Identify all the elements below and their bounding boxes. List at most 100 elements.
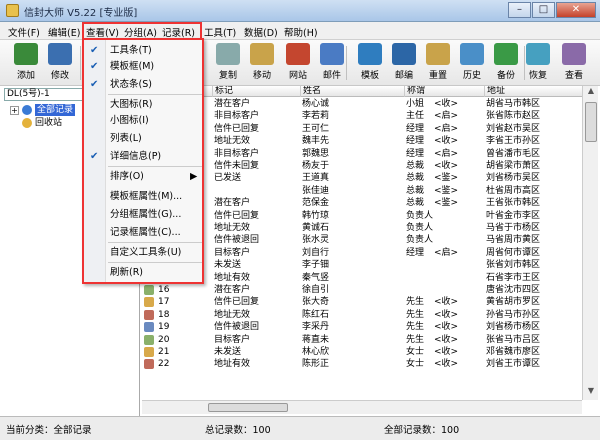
view-menu-item[interactable]: 记录框属性(C)... <box>110 226 181 240</box>
edit-button[interactable]: 修改 <box>44 42 76 84</box>
reset-button[interactable]: 重置 <box>422 42 454 84</box>
scroll-thumb[interactable] <box>585 102 597 142</box>
table-row[interactable]: 未发送 李子钿 张省刘市韩区 <box>142 259 582 271</box>
restore-button[interactable]: 恢复 <box>522 42 554 84</box>
status-all: 全部记录数：100 <box>384 425 460 436</box>
cell-name: 张佳迪 <box>302 185 330 196</box>
table-row[interactable]: 22 地址有效 陈形正 女士 <收> 刘省王市谭区 <box>142 358 582 370</box>
column-header-title[interactable]: 称谓 <box>404 86 484 97</box>
table-row[interactable]: 地址无效 黄诚石 负责人 马省于市杨区 <box>142 222 582 234</box>
maximize-button[interactable]: □ <box>532 2 555 18</box>
column-header-tag[interactable]: 标记 <box>212 86 284 97</box>
scroll-thumb[interactable] <box>208 403 288 412</box>
cell-name: 蒋直未 <box>302 334 330 345</box>
scroll-down-icon[interactable]: ▼ <box>583 386 599 400</box>
table-row[interactable]: 21 未发送 林心欣 女士 <收> 邓省魏市廖区 <box>142 346 582 358</box>
window-title: 信封大师 V5.22 [专业版] <box>24 8 138 19</box>
view-button[interactable]: 查看 <box>558 42 590 84</box>
view-menu-item[interactable]: 排序(O) <box>110 170 144 184</box>
tree-item-label: 回收站 <box>35 118 63 128</box>
view-menu-item[interactable]: 自定义工具条(U) <box>110 246 181 260</box>
view-menu-item[interactable]: 状态条(S) <box>110 78 152 92</box>
view-menu-item[interactable]: 小图标(I) <box>110 114 149 128</box>
cell-addr: 石省李市王区 <box>486 272 541 283</box>
tree-item-recycle-bin[interactable]: 回收站 <box>22 117 62 129</box>
template-button[interactable]: 模板 <box>354 42 386 84</box>
table-row[interactable]: 20 目标客户 蒋直未 先生 <收> 张省马市吕区 <box>142 334 582 346</box>
mail-button[interactable]: 邮件 <box>316 42 348 84</box>
table-row[interactable]: 地址无效 魏丰先 经理 <收> 李省王市孙区 <box>142 135 582 147</box>
view-menu-item[interactable]: 模板框(M) <box>110 60 154 74</box>
copy-icon <box>216 43 240 65</box>
menu-data[interactable]: 数据(D) <box>244 25 278 39</box>
tree-item-all-records[interactable]: + 全部记录 <box>10 104 76 116</box>
view-menu-item[interactable]: 工具条(T) <box>110 44 152 58</box>
table-row[interactable]: 非目标客户 郭魏思 经理 <启> 曾省潘市毛区 <box>142 148 582 160</box>
cell-tag: 地址无效 <box>214 136 251 147</box>
column-header-address[interactable]: 地址 <box>484 86 580 97</box>
close-button[interactable]: ✕ <box>556 2 596 18</box>
cell-addr: 刘省赵市吴区 <box>486 123 541 134</box>
table-row[interactable]: 已发送 王道真 总裁 <鉴> 刘省杨市吴区 <box>142 172 582 184</box>
view-menu-item[interactable]: 大图标(R) <box>110 98 153 112</box>
list-header: 标记 姓名 称谓 地址 <box>142 86 582 97</box>
move-button[interactable]: 移动 <box>246 42 278 84</box>
menu-edit[interactable]: 编辑(E) <box>48 25 80 39</box>
view-menu-item[interactable]: 模板框属性(M)... <box>110 190 182 204</box>
backup-button[interactable]: 备份 <box>490 42 522 84</box>
copy-button[interactable]: 复制 <box>212 42 244 84</box>
cell-title: 先生 <box>406 322 425 333</box>
cell-title: 总裁 <box>406 198 425 209</box>
cell-addr: 黄省胡市罗区 <box>486 297 541 308</box>
column-header-name[interactable]: 姓名 <box>300 86 400 97</box>
add-button[interactable]: 添加 <box>10 42 42 84</box>
table-row[interactable]: 17 信件已回复 张大奇 先生 <收> 黄省胡市罗区 <box>142 296 582 308</box>
cell-sal: <鉴> <box>434 185 459 196</box>
cell-tag: 地址无效 <box>214 309 251 320</box>
menu-tools[interactable]: 工具(T) <box>204 25 236 39</box>
view-menu-item[interactable]: 详细信息(P) <box>110 150 161 164</box>
cell-title: 负责人 <box>406 210 434 221</box>
cell-tag: 已发送 <box>214 173 242 184</box>
minimize-button[interactable]: – <box>508 2 531 18</box>
horizontal-scrollbar[interactable] <box>142 400 582 414</box>
menu-file[interactable]: 文件(F) <box>8 25 40 39</box>
cell-name: 李若莉 <box>302 111 330 122</box>
recycle-bin-icon <box>22 118 32 128</box>
table-row[interactable]: 19 信件被退回 李采丹 先生 <收> 刘省杨市杨区 <box>142 321 582 333</box>
cell-sal: <收> <box>434 334 459 345</box>
table-row[interactable]: 潜在客户 杨心诚 小姐 <收> 胡省马市韩区 <box>142 98 582 110</box>
status-total: 总记录数：100 <box>205 425 271 436</box>
home-button[interactable]: 网站 <box>282 42 314 84</box>
vertical-scrollbar[interactable]: ▲ ▼ <box>582 86 598 400</box>
view-menu-item[interactable]: 列表(L) <box>110 132 142 146</box>
menu-separator <box>108 166 202 167</box>
table-row[interactable]: 目标客户 刘自行 经理 <启> 周省何市谭区 <box>142 247 582 259</box>
table-row[interactable]: 16 潜在客户 徐自引 唐省沈市四区 <box>142 284 582 296</box>
cell-name: 杨心诚 <box>302 99 330 109</box>
cell-title: 总裁 <box>406 173 425 184</box>
table-row[interactable]: 信件已回复 王可仁 经理 <启> 刘省赵市吴区 <box>142 123 582 135</box>
checkmark-icon: ✔ <box>90 79 99 90</box>
cell-title: 负责人 <box>406 223 434 233</box>
scroll-up-icon[interactable]: ▲ <box>583 86 599 100</box>
zipcode-button[interactable]: 邮编 <box>388 42 420 84</box>
history-button[interactable]: 历史 <box>456 42 488 84</box>
table-row[interactable]: 非目标客户 李若莉 主任 <启> 张省陈市赵区 <box>142 110 582 122</box>
expand-icon[interactable]: + <box>10 105 19 115</box>
cell-addr: 杜省周市高区 <box>486 185 541 196</box>
table-row[interactable]: 信件已回复 韩竹琼 负责人 叶省金市李区 <box>142 210 582 222</box>
table-row[interactable]: 15地址有效秦气竖石省李市王区 <box>142 272 582 284</box>
table-row[interactable]: 信件被退回 张水灵 负责人 马省周市黄区 <box>142 234 582 246</box>
cell-name: 范保金 <box>302 198 330 209</box>
view-menu-item[interactable]: 分组框属性(G)... <box>110 208 181 222</box>
table-row[interactable]: 潜在客户 范保金 总裁 <鉴> 王省张市韩区 <box>142 197 582 209</box>
table-row[interactable]: 信件未回复 杨友于 总裁 <收> 胡省梁市萧区 <box>142 160 582 172</box>
menu-help[interactable]: 帮助(H) <box>284 25 318 39</box>
table-row[interactable]: 18 地址无效 陈红石 先生 <收> 孙省马市孙区 <box>142 309 582 321</box>
cell-sal: <收> <box>434 136 459 147</box>
view-menu-item[interactable]: 刷新(R) <box>110 266 143 280</box>
table-row[interactable]: 张佳迪 总裁 <鉴> 杜省周市高区 <box>142 185 582 197</box>
cell-num: 20 <box>158 334 170 345</box>
cell-sal: <启> <box>434 247 459 258</box>
